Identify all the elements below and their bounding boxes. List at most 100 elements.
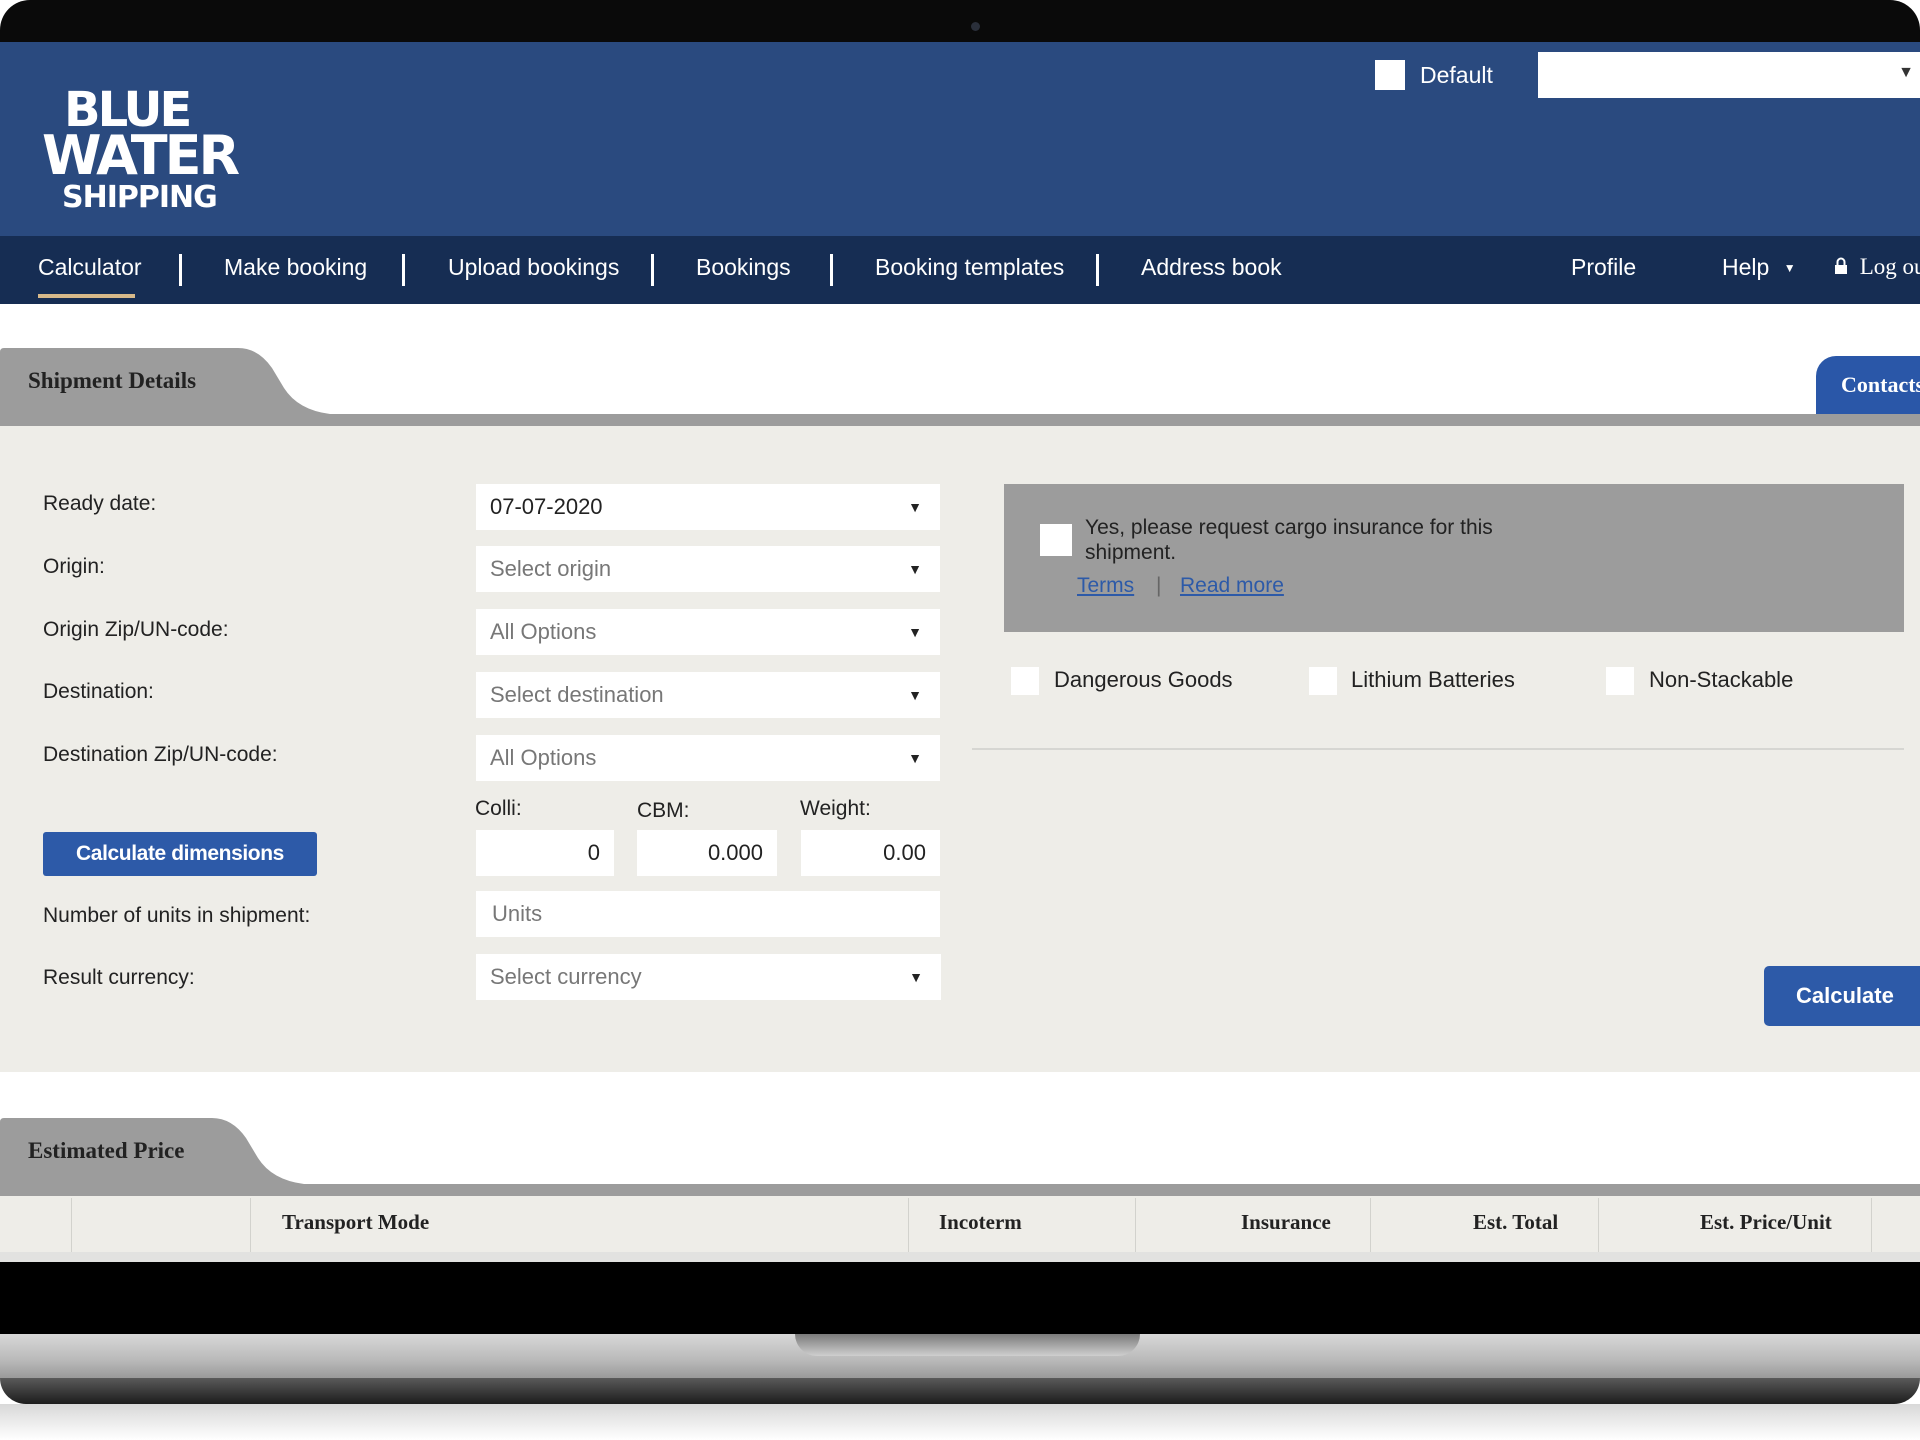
origin-zip-label: Origin Zip/UN-code: xyxy=(43,618,229,641)
insurance-text: Yes, please request cargo insurance for … xyxy=(1085,516,1493,564)
origin-zip-select[interactable]: All Options ▼ xyxy=(476,609,940,655)
default-label: Default xyxy=(1420,62,1493,88)
link-separator: | xyxy=(1156,574,1162,597)
nav-separator xyxy=(179,254,182,286)
non-stackable-label: Non-Stackable xyxy=(1649,667,1794,692)
nav-item-address-book[interactable]: Address book xyxy=(1141,236,1282,304)
column-divider xyxy=(1598,1198,1599,1252)
column-divider xyxy=(1370,1198,1371,1252)
nav-item-make-booking[interactable]: Make booking xyxy=(224,236,367,304)
destination-select[interactable]: Select destination ▼ xyxy=(476,672,940,718)
currency-select[interactable]: Select currency ▼ xyxy=(476,954,941,1000)
shipment-details-tab-bar xyxy=(0,348,1920,426)
weight-value: 0.00 xyxy=(883,840,926,865)
active-nav-indicator xyxy=(38,294,135,298)
dangerous-goods-label: Dangerous Goods xyxy=(1054,667,1233,692)
nav-item-booking-templates[interactable]: Booking templates xyxy=(875,236,1064,304)
currency-placeholder: Select currency xyxy=(490,964,642,989)
nav-separator xyxy=(830,254,833,286)
section-divider xyxy=(972,748,1904,750)
cbm-label: CBM: xyxy=(637,799,690,822)
column-header-transport-mode[interactable]: Transport Mode xyxy=(282,1196,429,1252)
chevron-down-icon: ▼ xyxy=(1783,261,1796,275)
default-checkbox[interactable] xyxy=(1375,60,1405,90)
terms-link[interactable]: Terms xyxy=(1077,574,1134,598)
laptop-bezel-bottom xyxy=(0,1262,1920,1334)
weight-input[interactable]: 0.00 xyxy=(801,830,940,876)
weight-label: Weight: xyxy=(800,797,871,820)
column-header-insurance[interactable]: Insurance xyxy=(1241,1196,1331,1252)
origin-zip-value: All Options xyxy=(490,619,597,644)
help-label: Help xyxy=(1722,254,1770,280)
results-table-body xyxy=(0,1252,1920,1262)
nav-separator xyxy=(651,254,654,286)
ready-date-value: 07-07-2020 xyxy=(490,494,603,519)
calculate-dimensions-button[interactable]: Calculate dimensions xyxy=(43,832,317,876)
non-stackable-checkbox[interactable] xyxy=(1606,667,1634,695)
column-header-incoterm[interactable]: Incoterm xyxy=(939,1196,1022,1252)
laptop-opening-notch xyxy=(795,1334,1140,1356)
camera-icon xyxy=(971,22,980,31)
column-divider xyxy=(908,1198,909,1252)
chevron-down-icon: ▼ xyxy=(909,969,923,985)
company-logo[interactable]: BLUE WATER SHIPPING xyxy=(40,82,240,222)
column-divider xyxy=(1135,1198,1136,1252)
estimated-price-tab-bar xyxy=(0,1118,1920,1196)
read-more-link[interactable]: Read more xyxy=(1180,574,1284,598)
chevron-down-icon: ▼ xyxy=(908,624,922,640)
colli-value: 0 xyxy=(587,840,600,865)
currency-label: Result currency: xyxy=(43,966,195,989)
colli-label: Colli: xyxy=(475,797,522,820)
destination-label: Destination: xyxy=(43,680,154,703)
main-nav: Calculator Make booking Upload bookings … xyxy=(0,236,1920,304)
logout-label: Log ou xyxy=(1859,254,1920,279)
nav-item-bookings[interactable]: Bookings xyxy=(696,236,791,304)
chevron-down-icon: ▼ xyxy=(1898,64,1914,81)
laptop-base-edge xyxy=(0,1378,1920,1404)
nav-item-upload-bookings[interactable]: Upload bookings xyxy=(448,236,619,304)
column-divider xyxy=(1871,1198,1872,1252)
lithium-batteries-label: Lithium Batteries xyxy=(1351,667,1515,692)
logo-line-2: WATER xyxy=(42,124,240,187)
destination-zip-label: Destination Zip/UN-code: xyxy=(43,743,278,766)
units-input[interactable]: Units xyxy=(476,891,940,937)
nav-item-logout[interactable]: Log ou xyxy=(1834,236,1920,304)
destination-zip-value: All Options xyxy=(490,745,597,770)
logo-line-3: SHIPPING xyxy=(62,180,218,215)
column-divider xyxy=(71,1198,72,1252)
destination-zip-select[interactable]: All Options ▼ xyxy=(476,735,940,781)
units-label: Number of units in shipment: xyxy=(43,904,311,927)
chevron-down-icon: ▼ xyxy=(908,687,922,703)
account-select[interactable]: ▼ xyxy=(1538,52,1920,98)
ready-date-label: Ready date: xyxy=(43,492,157,515)
lock-icon xyxy=(1835,257,1847,274)
chevron-down-icon: ▼ xyxy=(908,499,922,515)
chevron-down-icon: ▼ xyxy=(908,561,922,577)
units-placeholder: Units xyxy=(492,901,543,926)
cbm-value: 0.000 xyxy=(707,840,763,865)
ready-date-select[interactable]: 07-07-2020 ▼ xyxy=(476,484,940,530)
laptop-bezel-top xyxy=(0,0,1920,42)
origin-select[interactable]: Select origin ▼ xyxy=(476,546,940,592)
laptop-shadow xyxy=(0,1404,1920,1440)
cbm-input[interactable]: 0.000 xyxy=(637,830,777,876)
nav-item-help[interactable]: Help ▼ xyxy=(1722,236,1796,304)
colli-input[interactable]: 0 xyxy=(476,830,614,876)
nav-item-profile[interactable]: Profile xyxy=(1571,236,1636,304)
lithium-batteries-checkbox[interactable] xyxy=(1309,667,1337,695)
nav-separator xyxy=(402,254,405,286)
calculate-button[interactable]: Calculate xyxy=(1764,966,1920,1026)
chevron-down-icon: ▼ xyxy=(908,750,922,766)
column-divider xyxy=(250,1198,251,1252)
insurance-checkbox[interactable] xyxy=(1040,524,1072,556)
tab-contacts-label: Contacts xyxy=(1841,372,1920,397)
origin-label: Origin: xyxy=(43,555,105,578)
column-header-est-total[interactable]: Est. Total xyxy=(1473,1196,1558,1252)
destination-placeholder: Select destination xyxy=(490,682,664,707)
tab-shipment-details[interactable]: Shipment Details xyxy=(28,368,196,394)
nav-separator xyxy=(1096,254,1099,286)
dangerous-goods-checkbox[interactable] xyxy=(1011,667,1039,695)
tab-estimated-price[interactable]: Estimated Price xyxy=(28,1138,184,1164)
origin-placeholder: Select origin xyxy=(490,556,612,581)
column-header-est-price-unit[interactable]: Est. Price/Unit xyxy=(1700,1196,1832,1252)
